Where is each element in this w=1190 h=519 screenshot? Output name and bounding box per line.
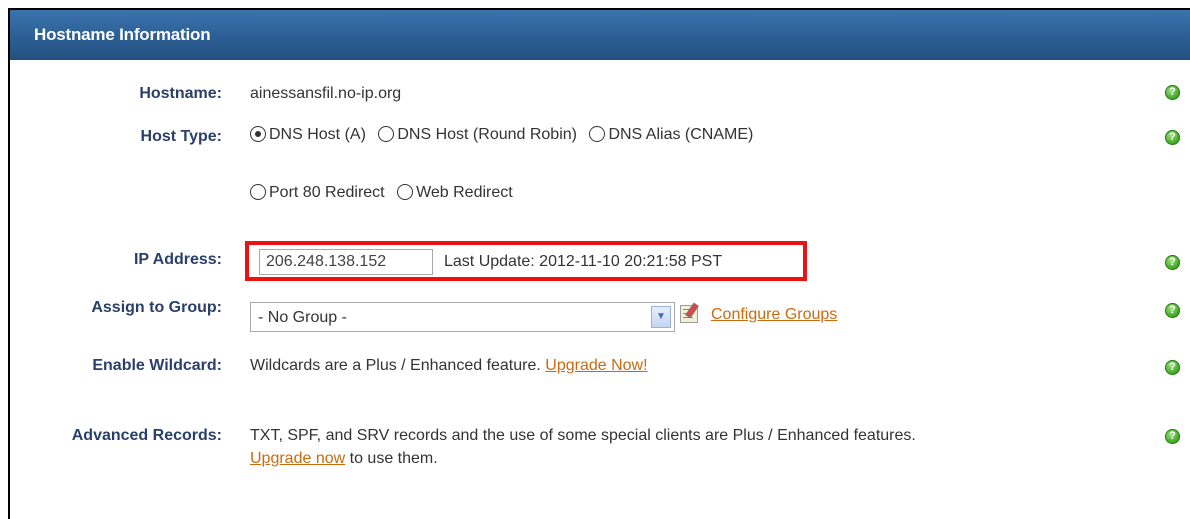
enable-wildcard-label: Enable Wildcard:	[92, 357, 222, 374]
group-help-icon[interactable]: ?	[1165, 303, 1180, 318]
advanced-upgrade-wrap: Upgrade now to use them.	[250, 450, 438, 468]
ip-address-input[interactable]: 206.248.138.152	[259, 249, 433, 275]
radio-icon[interactable]	[378, 126, 395, 142]
host-type-option-label: Port 80 Redirect	[269, 184, 385, 201]
ip-address-highlight: 206.248.138.152 Last Update: 2012-11-10 …	[245, 241, 807, 281]
edit-notepad-icon[interactable]	[680, 305, 698, 323]
host-type-options-row2: Port 80 Redirect Web Redirect	[250, 184, 521, 202]
chevron-down-icon[interactable]: ▼	[651, 306, 671, 328]
hostname-info-panel: Hostname Information Hostname: ainessans…	[8, 8, 1190, 519]
advanced-records-label: Advanced Records:	[71, 427, 222, 444]
hostname-label: Hostname:	[139, 85, 222, 102]
ip-address-help-icon[interactable]: ?	[1165, 255, 1180, 270]
advanced-text: TXT, SPF, and SRV records and the use of…	[250, 427, 916, 444]
host-type-label: Host Type:	[140, 128, 222, 145]
host-type-help-icon[interactable]: ?	[1165, 130, 1180, 145]
upgrade-now-advanced-link[interactable]: Upgrade now	[250, 450, 345, 467]
host-type-options-row1: DNS Host (A) DNS Host (Round Robin) DNS …	[250, 126, 761, 144]
upgrade-now-link[interactable]: Upgrade Now!	[545, 357, 647, 374]
host-type-option-a[interactable]: DNS Host (A)	[250, 126, 366, 143]
radio-icon[interactable]	[397, 184, 414, 200]
configure-groups-link[interactable]: Configure Groups	[711, 306, 837, 323]
host-type-option-label: Web Redirect	[416, 184, 513, 201]
wildcard-help-icon[interactable]: ?	[1165, 360, 1180, 375]
host-type-option-web-redirect[interactable]: Web Redirect	[397, 184, 513, 201]
host-type-option-cname[interactable]: DNS Alias (CNAME)	[589, 126, 753, 143]
host-type-option-label: DNS Alias (CNAME)	[608, 126, 754, 143]
host-type-option-round-robin[interactable]: DNS Host (Round Robin)	[378, 126, 577, 143]
last-update-text: Last Update: 2012-11-10 20:21:58 PST	[444, 253, 723, 270]
hostname-value: ainessansfil.no-ip.org	[250, 85, 402, 102]
assign-group-label: Assign to Group:	[91, 299, 222, 316]
wildcard-text-wrap: Wildcards are a Plus / Enhanced feature.…	[250, 357, 648, 375]
group-select-value: - No Group -	[258, 309, 347, 326]
radio-icon[interactable]	[250, 184, 266, 200]
advanced-suffix: to use them.	[349, 450, 438, 467]
radio-checked-icon[interactable]	[250, 126, 266, 142]
host-type-option-label: DNS Host (Round Robin)	[397, 126, 577, 143]
advanced-help-icon[interactable]: ?	[1165, 429, 1180, 444]
host-type-option-port80[interactable]: Port 80 Redirect	[250, 184, 385, 201]
ip-address-label: IP Address:	[133, 251, 222, 268]
wildcard-text: Wildcards are a Plus / Enhanced feature.	[250, 357, 541, 374]
host-type-option-label: DNS Host (A)	[269, 126, 366, 143]
section-header: Hostname Information	[10, 10, 1190, 60]
configure-groups-wrap: Configure Groups	[711, 306, 837, 324]
group-select[interactable]: - No Group - ▼	[250, 302, 675, 332]
hostname-help-icon[interactable]: ?	[1165, 85, 1180, 100]
radio-icon[interactable]	[589, 126, 606, 142]
